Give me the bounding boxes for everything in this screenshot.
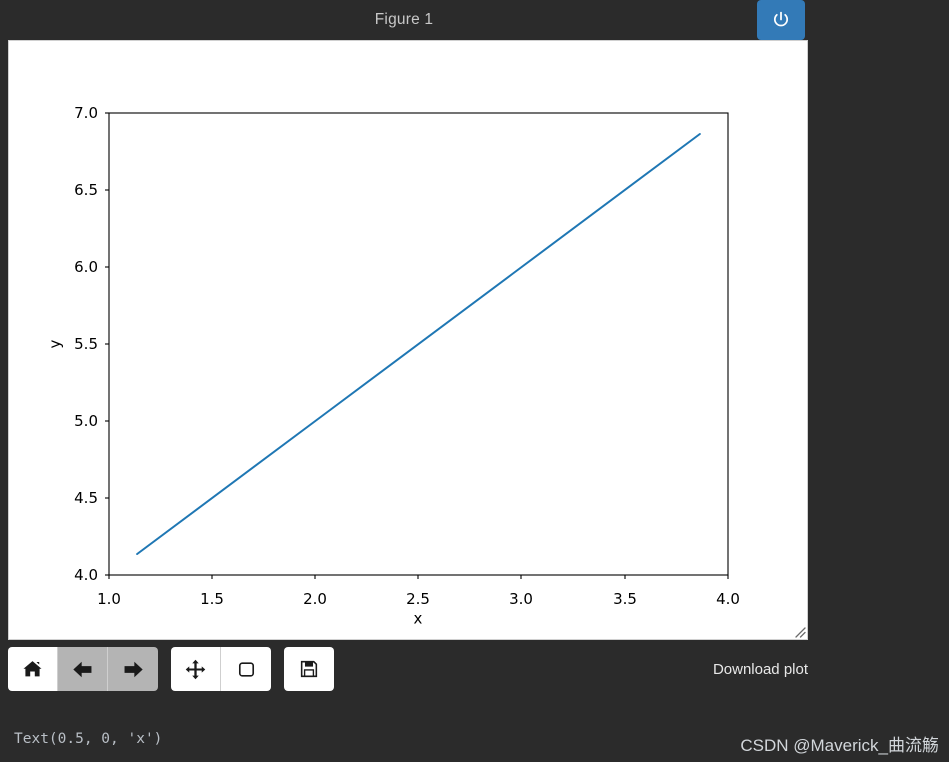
x-tick-label: 2.0	[303, 590, 327, 608]
zoom-rectangle-icon	[235, 658, 258, 681]
save-button[interactable]	[284, 647, 334, 691]
download-plot-link[interactable]: Download plot	[713, 661, 808, 678]
x-tick-label: 3.0	[509, 590, 533, 608]
y-tick-label: 5.0	[74, 412, 98, 430]
matplotlib-figure-widget: Figure 1 4.0 4.5 5.0 5.5 6.0 6.5 7.0 y 1…	[0, 0, 812, 695]
y-tick-label: 5.5	[74, 335, 98, 353]
home-icon	[21, 658, 44, 681]
x-axis-label: x	[414, 610, 423, 628]
toolbar-group-tools	[171, 647, 271, 691]
figure-titlebar: Figure 1	[0, 0, 808, 40]
toolbar-group-save	[284, 647, 334, 691]
power-icon	[771, 10, 791, 30]
y-tick-label: 6.0	[74, 258, 98, 276]
x-tick-label: 1.0	[97, 590, 121, 608]
floppy-disk-icon	[298, 658, 320, 680]
pan-button[interactable]	[171, 647, 221, 691]
x-tick-label: 3.5	[613, 590, 637, 608]
y-tick-label: 4.5	[74, 489, 98, 507]
watermark-label: CSDN @Maverick_曲流觞	[740, 736, 939, 755]
power-button[interactable]	[757, 0, 805, 40]
arrow-right-icon	[121, 657, 146, 682]
cell-output-text: Text(0.5, 0, 'x')	[14, 731, 163, 747]
figure-canvas[interactable]: 4.0 4.5 5.0 5.5 6.0 6.5 7.0 y 1.0 1.5 2.…	[8, 40, 808, 640]
back-button[interactable]	[58, 647, 108, 691]
plot-svg: 4.0 4.5 5.0 5.5 6.0 6.5 7.0 y 1.0 1.5 2.…	[46, 104, 740, 628]
move-arrows-icon	[184, 658, 207, 681]
canvas-resize-handle[interactable]	[792, 624, 806, 638]
y-axis-label: y	[46, 339, 64, 348]
arrow-left-icon	[70, 657, 95, 682]
y-tick-label: 4.0	[74, 566, 98, 584]
home-button[interactable]	[8, 647, 58, 691]
x-axis: 1.0 1.5 2.0 2.5 3.0 3.5 4.0 x	[97, 575, 740, 628]
x-tick-label: 2.5	[406, 590, 430, 608]
forward-button[interactable]	[108, 647, 158, 691]
figure-toolbar: Download plot	[8, 643, 808, 695]
toolbar-group-navigation	[8, 647, 158, 691]
zoom-to-rectangle-button[interactable]	[221, 647, 271, 691]
figure-window-root: Figure 1 4.0 4.5 5.0 5.5 6.0 6.5 7.0 y 1…	[0, 0, 949, 762]
y-tick-label: 6.5	[74, 181, 98, 199]
figure-title: Figure 1	[374, 11, 434, 29]
x-tick-label: 1.5	[200, 590, 224, 608]
y-axis: 4.0 4.5 5.0 5.5 6.0 6.5 7.0 y	[46, 104, 109, 584]
y-tick-label: 7.0	[74, 104, 98, 122]
x-tick-label: 4.0	[716, 590, 740, 608]
